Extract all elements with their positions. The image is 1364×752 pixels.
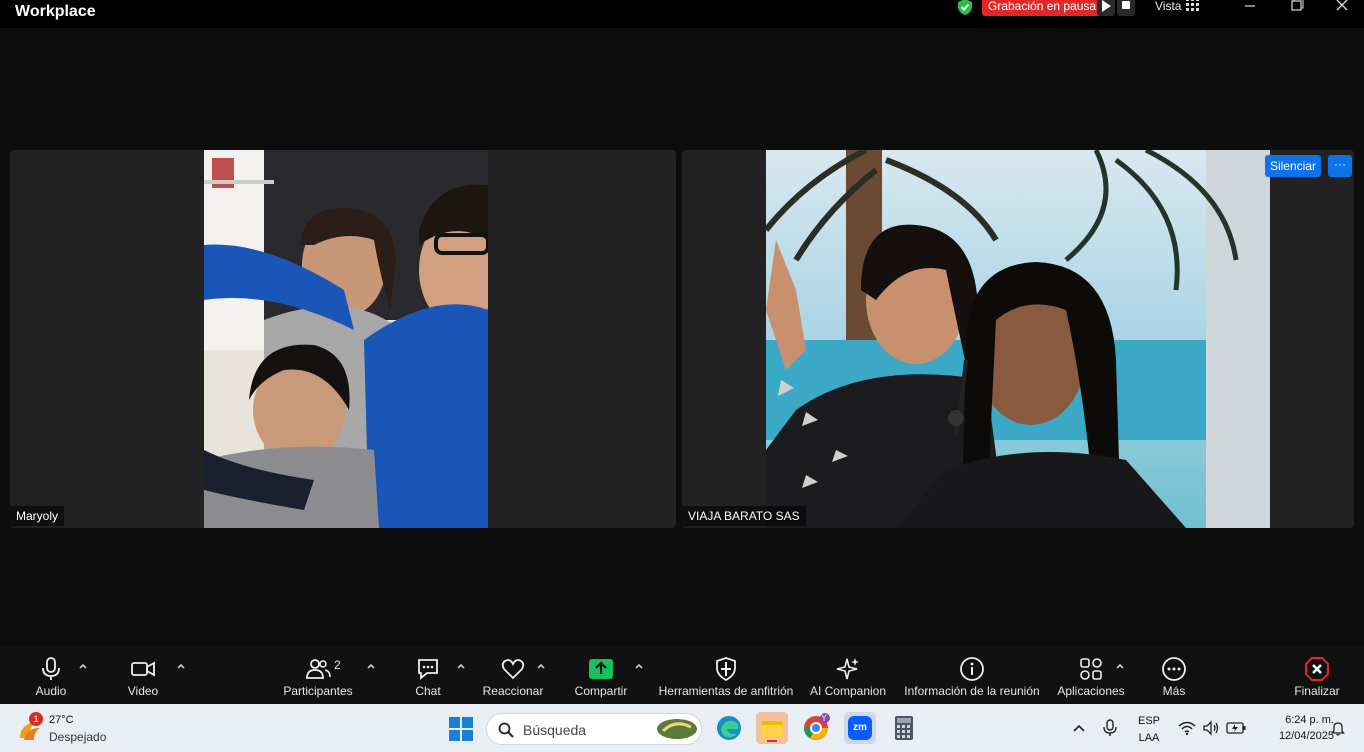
more-label: Más — [1162, 684, 1186, 698]
host-shield-icon — [716, 657, 736, 682]
notifications-bell-icon[interactable] — [1330, 720, 1346, 736]
input-language-layout[interactable]: LAA — [1136, 732, 1162, 744]
react-button[interactable]: Reaccionar — [478, 646, 548, 704]
search-highlight-icon — [657, 719, 697, 739]
share-button[interactable]: Compartir — [566, 646, 636, 704]
participant-video-image — [204, 150, 488, 528]
react-options-chevron-up-icon[interactable] — [535, 660, 547, 672]
participant-tile[interactable]: VIAJA BARATO SAS Silenciar ··· — [682, 150, 1354, 528]
view-button-label[interactable]: Vista — [1155, 0, 1181, 13]
file-explorer-icon[interactable] — [756, 712, 788, 744]
end-meeting-icon — [1305, 657, 1329, 681]
close-icon[interactable] — [1331, 0, 1353, 16]
apps-options-chevron-up-icon[interactable] — [1114, 660, 1126, 672]
show-hidden-icons-chevron-up-icon[interactable] — [1072, 722, 1086, 734]
audio-label: Audio — [35, 684, 67, 698]
participants-button[interactable]: Participantes — [280, 646, 356, 704]
mute-participant-button[interactable]: Silenciar — [1264, 155, 1321, 177]
clock-time[interactable]: 6:24 p. m. — [1256, 714, 1334, 726]
end-meeting-label: Finalizar — [1294, 684, 1340, 698]
wifi-icon[interactable] — [1178, 720, 1196, 736]
weather-alert-badge: 1 — [29, 712, 43, 726]
weather-description[interactable]: Despejado — [49, 730, 106, 744]
chrome-profile-badge: Y — [821, 713, 828, 723]
participant-name-tag: Maryoly — [10, 506, 65, 526]
chat-options-chevron-up-icon[interactable] — [455, 660, 467, 672]
audio-options-chevron-up-icon[interactable] — [77, 660, 89, 672]
ai-companion-label: AI Companion — [809, 684, 887, 698]
participants-icon — [306, 659, 331, 679]
more-dots-icon — [1162, 657, 1186, 681]
input-language[interactable]: ESP — [1136, 715, 1162, 727]
participant-video — [766, 150, 1270, 528]
app-brand: zoom Workplace — [15, 0, 96, 20]
play-icon — [1102, 0, 1111, 12]
ai-companion-button[interactable]: AI Companion — [806, 646, 890, 704]
grid-view-icon[interactable] — [1186, 0, 1200, 12]
calculator-icon[interactable] — [888, 712, 920, 744]
resume-recording-button[interactable] — [1097, 0, 1115, 16]
share-options-chevron-up-icon[interactable] — [633, 660, 645, 672]
stop-recording-button[interactable] — [1117, 0, 1135, 16]
maximize-icon[interactable] — [1285, 0, 1307, 16]
stop-icon — [1122, 1, 1130, 9]
participants-options-chevron-up-icon[interactable] — [365, 660, 377, 672]
edge-browser-icon[interactable] — [713, 712, 745, 744]
microphone-icon — [42, 657, 60, 680]
react-label: Reaccionar — [482, 684, 544, 698]
zoom-app-icon[interactable]: zm — [844, 712, 876, 744]
participant-video-image — [766, 150, 1270, 528]
recording-status-badge: Grabación en pausa — [982, 0, 1103, 16]
apps-icon — [1080, 658, 1102, 680]
apps-button[interactable]: Aplicaciones — [1053, 646, 1129, 704]
microphone-tray-icon[interactable] — [1103, 719, 1117, 737]
participant-tile[interactable]: Maryoly — [10, 150, 676, 528]
minimize-icon[interactable] — [1239, 0, 1261, 16]
apps-label: Aplicaciones — [1057, 684, 1125, 698]
participants-count: 2 — [334, 658, 341, 672]
info-icon — [960, 657, 984, 681]
meeting-toolbar: Audio Video Participantes 2 Chat Reaccio… — [0, 646, 1364, 704]
os-taskbar: 1 27°C Despejado Búsqueda Y zm ESP LAA 6… — [0, 704, 1364, 752]
participant-more-button[interactable]: ··· — [1328, 155, 1352, 177]
search-placeholder: Búsqueda — [523, 722, 587, 738]
heart-icon — [501, 659, 525, 680]
video-label: Video — [127, 684, 159, 698]
volume-icon[interactable] — [1202, 720, 1220, 736]
chat-button[interactable]: Chat — [403, 646, 453, 704]
weather-temperature[interactable]: 27°C — [49, 714, 74, 726]
chrome-browser-icon[interactable] — [800, 712, 832, 744]
participant-name-tag: VIAJA BARATO SAS — [682, 506, 806, 526]
host-tools-label: Herramientas de anfitrión — [658, 684, 794, 698]
chat-icon — [418, 659, 438, 680]
windows-start-icon[interactable] — [449, 717, 473, 741]
taskbar-search-input[interactable]: Búsqueda — [486, 713, 702, 745]
audio-button[interactable]: Audio — [26, 646, 76, 704]
meeting-stage: Maryoly VIAJA BARATO SAS Silenciar ··· — [0, 28, 1364, 646]
chat-label: Chat — [415, 684, 441, 698]
meeting-info-label: Información de la reunión — [904, 684, 1040, 698]
participant-video — [204, 150, 488, 528]
video-options-chevron-up-icon[interactable] — [175, 660, 187, 672]
security-shield-icon[interactable] — [956, 0, 974, 16]
meeting-info-button[interactable]: Información de la reunión — [900, 646, 1044, 704]
video-button[interactable]: Video — [118, 646, 168, 704]
sparkle-icon — [836, 658, 859, 680]
video-camera-icon — [131, 661, 155, 677]
host-tools-button[interactable]: Herramientas de anfitrión — [656, 646, 796, 704]
title-bar: zoom Workplace Grabación en pausa Vista — [0, 0, 1364, 28]
end-meeting-button[interactable]: Finalizar — [1290, 646, 1344, 704]
zoom-logo: zm — [848, 716, 872, 740]
search-icon — [498, 722, 514, 738]
participants-label: Participantes — [283, 684, 353, 698]
share-label: Compartir — [574, 684, 628, 698]
battery-icon[interactable] — [1226, 722, 1246, 734]
brand-name: Workplace — [15, 3, 96, 20]
clock-date[interactable]: 12/04/2025 — [1256, 730, 1334, 742]
more-button[interactable]: Más — [1149, 646, 1199, 704]
share-screen-icon — [589, 659, 613, 679]
